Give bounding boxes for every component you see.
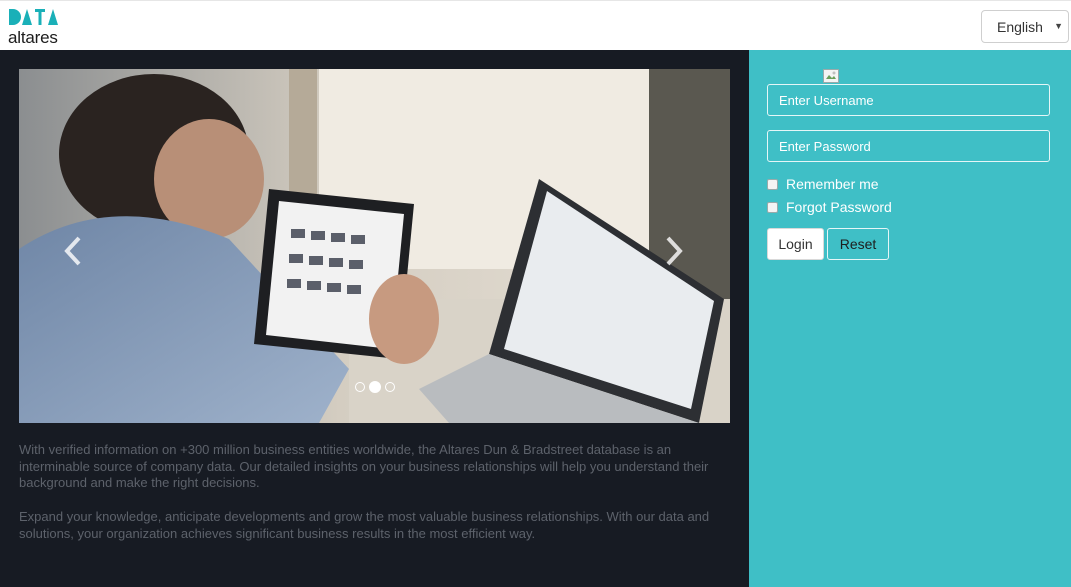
altares-logo[interactable]: altares (4, 4, 72, 48)
image-carousel[interactable] (19, 69, 730, 423)
description-paragraph: With verified information on +300 millio… (19, 442, 709, 491)
broken-image-icon (823, 69, 839, 83)
remember-me-checkbox[interactable] (767, 178, 778, 190)
forgot-password-checkbox[interactable] (767, 201, 778, 213)
carousel-dot-active[interactable] (369, 381, 381, 393)
logo-text: altares (8, 28, 58, 47)
description-paragraph: Expand your knowledge, anticipate develo… (19, 509, 710, 541)
login-button[interactable]: Login (767, 228, 824, 260)
carousel-dot[interactable] (385, 382, 395, 392)
description: With verified information on +300 millio… (19, 442, 729, 543)
chevron-right-icon[interactable] (662, 234, 686, 268)
password-input[interactable] (767, 130, 1050, 162)
remember-me-label: Remember me (786, 176, 879, 192)
forgot-password-row[interactable]: Forgot Password (767, 199, 892, 215)
forgot-password-label: Forgot Password (786, 199, 892, 215)
caret-down-icon: ▼ (1054, 21, 1063, 31)
chevron-left-icon[interactable] (61, 234, 85, 268)
language-select[interactable]: English ▼ (981, 10, 1069, 43)
data-logo-mark (9, 9, 58, 25)
username-input[interactable] (767, 84, 1050, 116)
carousel-slide-image (19, 69, 730, 423)
info-panel: With verified information on +300 millio… (0, 50, 749, 587)
language-selected-value: English (997, 19, 1043, 35)
login-panel: Remember me Forgot Password Login Reset (749, 50, 1071, 587)
remember-me-row[interactable]: Remember me (767, 176, 879, 192)
carousel-indicators (355, 381, 395, 393)
carousel-dot[interactable] (355, 382, 365, 392)
reset-button[interactable]: Reset (827, 228, 889, 260)
top-bar: altares English ▼ (0, 0, 1071, 50)
